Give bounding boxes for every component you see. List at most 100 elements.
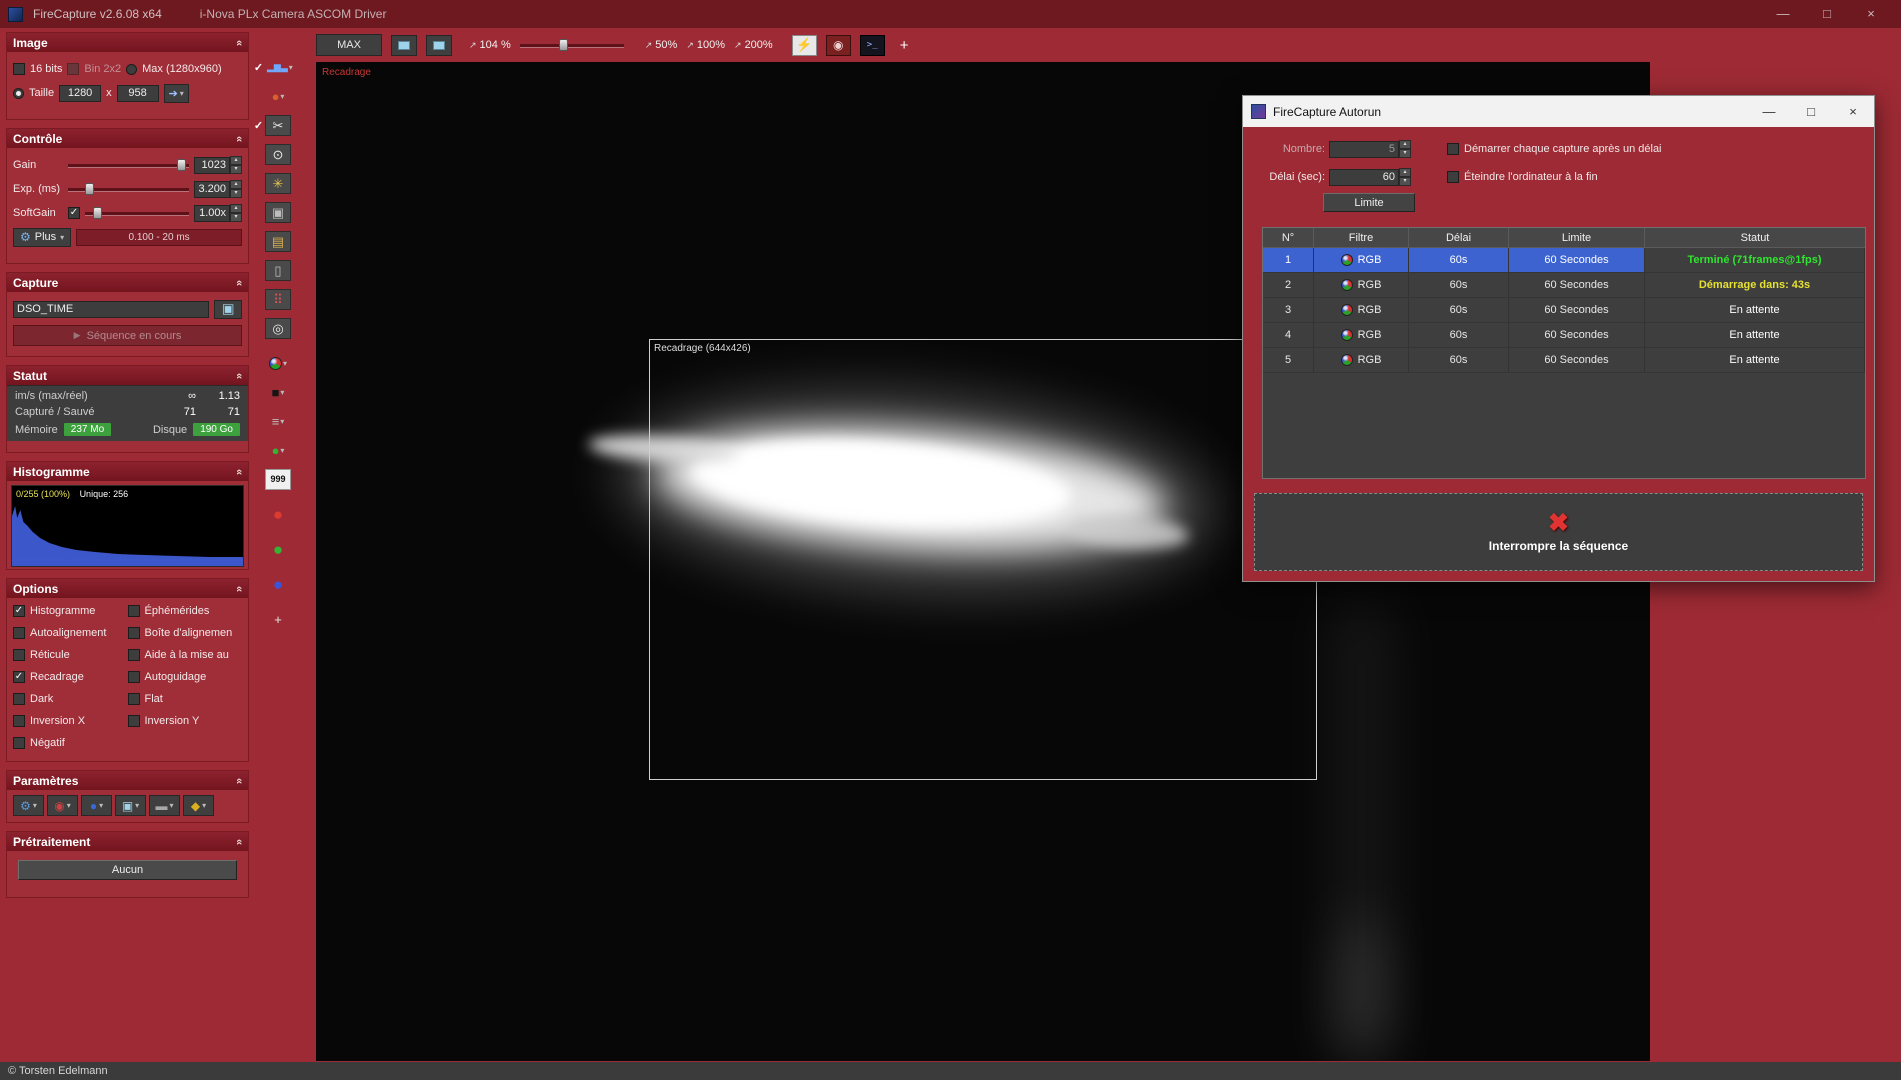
autorun-button[interactable]: ⚡	[791, 34, 817, 56]
color-balance-icon[interactable]: ● ▾	[265, 86, 291, 107]
gain-value-input[interactable]	[194, 156, 230, 174]
taille-radio[interactable]	[13, 87, 24, 99]
flat-frame-icon[interactable]: ≡ ▾	[265, 411, 291, 432]
softgain-slider[interactable]	[85, 206, 189, 220]
option-negatif[interactable]: Négatif	[13, 734, 128, 752]
trash-icon[interactable]: ▯	[265, 259, 291, 281]
hot-pixel-icon[interactable]: ⠿	[265, 288, 291, 310]
full-screen-button[interactable]	[426, 34, 452, 56]
collapse-icon[interactable]: «	[233, 468, 245, 474]
maximize-button[interactable]: □	[1805, 0, 1849, 28]
option-aide-mise-au-point[interactable]: Aide à la mise au	[127, 646, 243, 664]
option-autoguidage[interactable]: Autoguidage	[127, 668, 243, 686]
camera-icon[interactable]: ▣	[265, 201, 291, 223]
delay-each-capture-checkbox[interactable]	[1447, 143, 1459, 155]
scissors-icon[interactable]: ✂	[265, 114, 291, 136]
add-icon[interactable]: +	[265, 609, 291, 630]
max-button[interactable]: MAX	[316, 34, 382, 56]
sparkle-icon[interactable]: ✳	[265, 172, 291, 194]
softgain-spinner[interactable]: ▴ ▾	[230, 204, 242, 222]
autorun-row-4[interactable]: 4 RGB 60s 60 Secondes En attente	[1263, 323, 1865, 348]
collapse-icon[interactable]: «	[233, 585, 245, 591]
collapse-icon[interactable]: «	[233, 135, 245, 141]
autorun-dialog-titlebar[interactable]: FireCapture Autorun — □ ×	[1243, 96, 1874, 127]
autorun-row-2[interactable]: 2 RGB 60s 60 Secondes Démarrage dans: 43…	[1263, 273, 1865, 298]
spin-down-icon[interactable]: ▾	[230, 213, 242, 222]
autorun-row-5[interactable]: 5 RGB 60s 60 Secondes En attente	[1263, 348, 1865, 373]
option-inversion-y[interactable]: Inversion Y	[127, 712, 243, 730]
spin-up-icon[interactable]: ▴	[1399, 168, 1411, 177]
spin-up-icon[interactable]: ▴	[230, 204, 242, 213]
interrupt-sequence-button[interactable]: ✖ Interrompre la séquence	[1254, 493, 1863, 571]
option-recadrage[interactable]: ✓ Recadrage	[13, 668, 128, 686]
collapse-icon[interactable]: «	[233, 279, 245, 285]
green-filter-icon[interactable]: ● ▾	[265, 440, 291, 461]
nombre-spinner[interactable]: ▴ ▾	[1399, 140, 1411, 158]
max-resolution-radio[interactable]	[126, 63, 138, 75]
limite-button[interactable]: Limite	[1323, 193, 1415, 212]
spin-up-icon[interactable]: ▴	[1399, 140, 1411, 149]
color-wheel-button[interactable]: ◉ ▾	[47, 795, 78, 816]
exposure-value-input[interactable]	[194, 180, 230, 198]
option-boite-alignement[interactable]: Boîte d'alignemen	[127, 624, 243, 642]
softgain-value-input[interactable]	[194, 204, 230, 222]
capture-camera-button[interactable]: ◉	[825, 34, 851, 56]
display-settings-button[interactable]: ● ▾	[81, 795, 112, 816]
bits-checkbox[interactable]	[13, 63, 25, 75]
zoom-slider[interactable]	[519, 38, 624, 52]
option-autoalignement[interactable]: Autoalignement	[13, 624, 128, 642]
option-flat[interactable]: Flat	[127, 690, 243, 708]
pretraitement-aucun-button[interactable]: Aucun	[18, 860, 237, 880]
misc-settings-button[interactable]: ▬ ▾	[149, 795, 180, 816]
red-indicator-icon[interactable]: ●	[265, 504, 291, 525]
dialog-minimize-button[interactable]: —	[1748, 96, 1790, 127]
delai-input[interactable]	[1329, 168, 1399, 186]
gain-slider[interactable]	[68, 158, 189, 172]
zoom-50-button[interactable]: ↗ 50%	[645, 39, 678, 51]
add-tool-button[interactable]: +	[900, 37, 909, 54]
spin-up-icon[interactable]: ▴	[230, 180, 242, 189]
console-button[interactable]: >_	[859, 34, 885, 56]
option-histogramme[interactable]: ✓ Histogramme	[13, 602, 128, 620]
spin-up-icon[interactable]: ▴	[230, 156, 242, 165]
dialog-close-button[interactable]: ×	[1832, 96, 1874, 127]
softgain-checkbox[interactable]: ✓	[68, 207, 80, 219]
collapse-icon[interactable]: «	[233, 372, 245, 378]
collapse-icon[interactable]: «	[233, 838, 245, 844]
monitor-settings-button[interactable]: ▣ ▾	[115, 795, 146, 816]
exposure-spinner[interactable]: ▴ ▾	[230, 180, 242, 198]
target-icon[interactable]: ◎	[265, 317, 291, 339]
spin-down-icon[interactable]: ▾	[1399, 177, 1411, 186]
settings-gear-button[interactable]: ⚙ ▾	[13, 795, 44, 816]
apply-size-button[interactable]: ➔ ▾	[163, 83, 189, 103]
folder-icon[interactable]: ▤	[265, 230, 291, 252]
spin-down-icon[interactable]: ▾	[1399, 149, 1411, 158]
crop-region[interactable]: Recadrage (644x426)	[649, 339, 1317, 780]
filename-input[interactable]	[13, 300, 209, 318]
plus-dropdown-button[interactable]: ⚙ Plus ▾	[13, 227, 72, 247]
autorun-row-3[interactable]: 3 RGB 60s 60 Secondes En attente	[1263, 298, 1865, 323]
spin-down-icon[interactable]: ▾	[230, 165, 242, 174]
zoom-100-button[interactable]: ↗ 100%	[686, 39, 725, 51]
exposure-slider[interactable]	[68, 182, 189, 196]
option-reticule[interactable]: Réticule	[13, 646, 128, 664]
tools-settings-button[interactable]: ◆ ▾	[183, 795, 214, 816]
close-button[interactable]: ×	[1849, 0, 1893, 28]
dark-frame-icon[interactable]: ■ ▾	[265, 382, 291, 403]
blue-indicator-icon[interactable]: ●	[265, 574, 291, 595]
collapse-icon[interactable]: «	[233, 39, 245, 45]
rgb-filter-icon[interactable]: ▾	[265, 353, 291, 374]
option-dark[interactable]: Dark	[13, 690, 128, 708]
option-inversion-x[interactable]: Inversion X	[13, 712, 128, 730]
histogram-display-icon[interactable]: ▂▆▃ ▾	[265, 57, 295, 78]
green-indicator-icon[interactable]: ●	[265, 539, 291, 560]
height-input[interactable]	[116, 84, 159, 102]
magnifier-icon[interactable]: ⊙	[265, 143, 291, 165]
zoom-current-label[interactable]: ↗ 104 %	[469, 39, 511, 51]
width-input[interactable]	[59, 84, 102, 102]
option-ephemerides[interactable]: Éphémérides	[127, 602, 243, 620]
capture-settings-button[interactable]: ▣	[214, 299, 242, 319]
gain-spinner[interactable]: ▴ ▾	[230, 156, 242, 174]
shutdown-checkbox[interactable]	[1447, 171, 1459, 183]
nombre-input[interactable]	[1329, 140, 1399, 158]
